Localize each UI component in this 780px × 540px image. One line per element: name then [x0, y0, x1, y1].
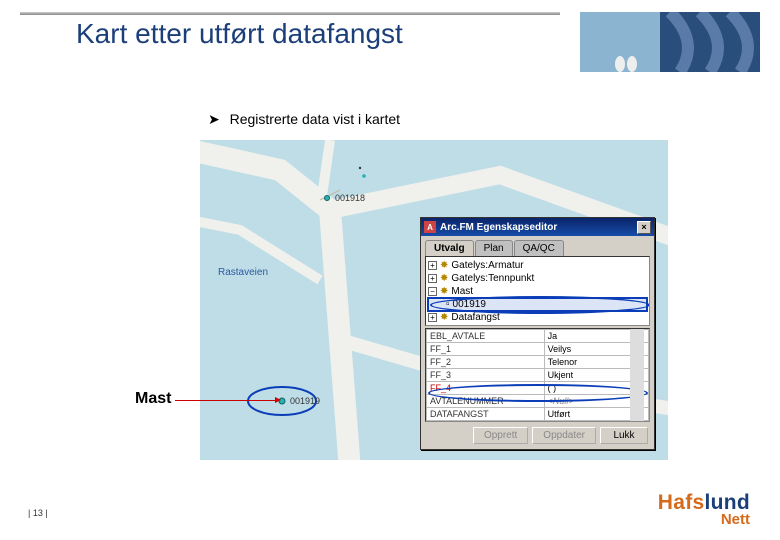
tab-plan[interactable]: Plan [475, 240, 513, 256]
dialog-titlebar[interactable]: A Arc.FM Egenskapseditor × [421, 218, 654, 236]
table-row: FF_4( ) [427, 382, 649, 395]
opprett-button[interactable]: Opprett [473, 427, 528, 444]
item-icon: ▫ [446, 299, 450, 310]
lukk-button[interactable]: Lukk [600, 427, 648, 444]
page-number: | 13 | [28, 508, 48, 518]
object-tree[interactable]: +✸Gatelys:Armatur +✸Gatelys:Tennpunkt −✸… [425, 256, 650, 326]
tree-row[interactable]: +✸Datafangst [428, 311, 647, 324]
bullet-text: Registrerte data vist i kartet [230, 111, 400, 127]
table-row: DATAFANGSTUtført [427, 408, 649, 421]
property-table[interactable]: EBL_AVTALEJa FF_1Veilys FF_2Telenor FF_3… [425, 328, 650, 422]
table-row: EBL_AVTALEJa [427, 330, 649, 343]
property-editor-dialog: A Arc.FM Egenskapseditor × Utvalg Plan Q… [420, 217, 655, 450]
map-area: Rastaveien 001918 001919 A Arc.FM Egensk… [200, 140, 668, 460]
gear-icon: ✸ [440, 260, 448, 271]
gear-icon: ✸ [440, 273, 448, 284]
gear-icon: ✸ [440, 286, 448, 297]
tree-row[interactable]: −✸Mast [428, 285, 647, 298]
bullet-arrow-icon: ➤ [208, 111, 220, 127]
dialog-title: Arc.FM Egenskapseditor [440, 222, 557, 233]
brand-logo: Hafslund Nett [658, 491, 750, 528]
oppdater-button[interactable]: Oppdater [532, 427, 596, 444]
header-banner [580, 12, 760, 72]
tab-utvalg[interactable]: Utvalg [425, 240, 474, 256]
road-label: Rastaveien [218, 267, 268, 278]
table-row: FF_2Telenor [427, 356, 649, 369]
tab-qaqc[interactable]: QA/QC [514, 240, 564, 256]
table-row: AVTALENUMMER<Null> [427, 395, 649, 408]
table-row: FF_3Ukjent [427, 369, 649, 382]
map-marker-label-1: 001918 [335, 193, 365, 203]
close-icon[interactable]: × [637, 221, 651, 234]
tree-row[interactable]: +✸Gatelys:Tennpunkt [428, 272, 647, 285]
scrollbar[interactable] [630, 329, 644, 421]
mast-annotation-label: Mast [135, 390, 171, 408]
expand-icon[interactable]: + [428, 313, 437, 322]
map-marker-label-2: 001919 [290, 396, 320, 406]
bullet-line: ➤ Registrerte data vist i kartet [208, 111, 400, 128]
table-row: FF_1Veilys [427, 343, 649, 356]
app-icon: A [424, 221, 436, 233]
page-title: Kart etter utført datafangst [76, 18, 403, 50]
collapse-icon[interactable]: − [428, 287, 437, 296]
expand-icon[interactable]: + [428, 274, 437, 283]
gear-icon: ✸ [440, 312, 448, 323]
tree-row-selected[interactable]: ▫001919 [428, 298, 647, 311]
tree-row[interactable]: +✸Gatelys:Armatur [428, 259, 647, 272]
annotation-arrow-icon [175, 400, 275, 401]
expand-icon[interactable]: + [428, 261, 437, 270]
